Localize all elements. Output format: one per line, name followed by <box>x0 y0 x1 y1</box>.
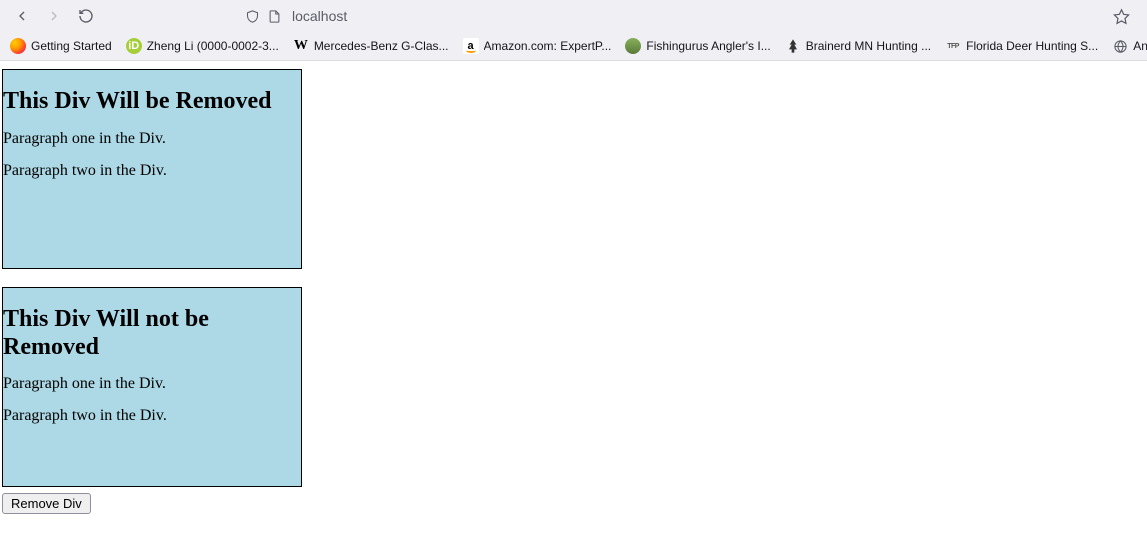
box1-heading: This Div Will be Removed <box>3 88 301 116</box>
address-bar[interactable]: localhost <box>244 2 1103 30</box>
wiki-favicon: W <box>293 38 309 54</box>
back-button[interactable] <box>8 2 36 30</box>
bookmark-item[interactable]: iD Zheng Li (0000-0002-3... <box>120 35 285 57</box>
box2-paragraph-2: Paragraph two in the Div. <box>3 407 301 425</box>
amazon-favicon: a <box>463 38 479 54</box>
tree-favicon <box>785 38 801 54</box>
tfp-favicon: TFP <box>945 38 961 54</box>
bookmark-item[interactable]: W Mercedes-Benz G-Clas... <box>287 35 455 57</box>
bookmark-label: Zheng Li (0000-0002-3... <box>147 39 279 53</box>
page-icon <box>266 8 282 24</box>
bookmark-label: Brainerd MN Hunting ... <box>806 39 931 53</box>
page-body: This Div Will be Removed Paragraph one i… <box>0 69 1147 514</box>
bookmark-item[interactable]: Another r <box>1106 35 1147 57</box>
bookmark-item[interactable]: Brainerd MN Hunting ... <box>779 35 937 57</box>
bookmarks-bar: Getting Started iD Zheng Li (0000-0002-3..… <box>0 32 1147 60</box>
url-text: localhost <box>292 8 347 24</box>
remove-div-button[interactable]: Remove Div <box>2 493 91 514</box>
box1-paragraph-2: Paragraph two in the Div. <box>3 162 301 180</box>
bookmark-item[interactable]: Getting Started <box>4 35 118 57</box>
bookmark-item[interactable]: TFP Florida Deer Hunting S... <box>939 35 1104 57</box>
bookmark-item[interactable]: a Amazon.com: ExpertP... <box>457 35 618 57</box>
removable-div: This Div Will be Removed Paragraph one i… <box>2 69 302 269</box>
bookmark-label: Fishingurus Angler's I... <box>646 39 770 53</box>
box1-paragraph-1: Paragraph one in the Div. <box>3 130 301 148</box>
bookmark-item[interactable]: Fishingurus Angler's I... <box>619 35 776 57</box>
orcid-favicon: iD <box>126 38 142 54</box>
box2-heading: This Div Will not be Removed <box>3 306 301 361</box>
bookmark-label: Mercedes-Benz G-Clas... <box>314 39 449 53</box>
globe-favicon <box>1112 38 1128 54</box>
reload-button[interactable] <box>72 2 100 30</box>
box2-paragraph-1: Paragraph one in the Div. <box>3 375 301 393</box>
shield-icon <box>244 8 260 24</box>
ff-favicon <box>10 38 26 54</box>
bookmark-label: Florida Deer Hunting S... <box>966 39 1098 53</box>
bookmark-label: Getting Started <box>31 39 112 53</box>
browser-chrome: localhost Getting Started iD Zheng Li (000… <box>0 0 1147 61</box>
bookmark-star-button[interactable] <box>1107 2 1135 30</box>
nav-toolbar: localhost <box>0 0 1147 32</box>
fish-favicon <box>625 38 641 54</box>
non-removable-div: This Div Will not be Removed Paragraph o… <box>2 287 302 487</box>
bookmark-label: Another r <box>1133 39 1147 53</box>
bookmark-label: Amazon.com: ExpertP... <box>484 39 612 53</box>
forward-button <box>40 2 68 30</box>
